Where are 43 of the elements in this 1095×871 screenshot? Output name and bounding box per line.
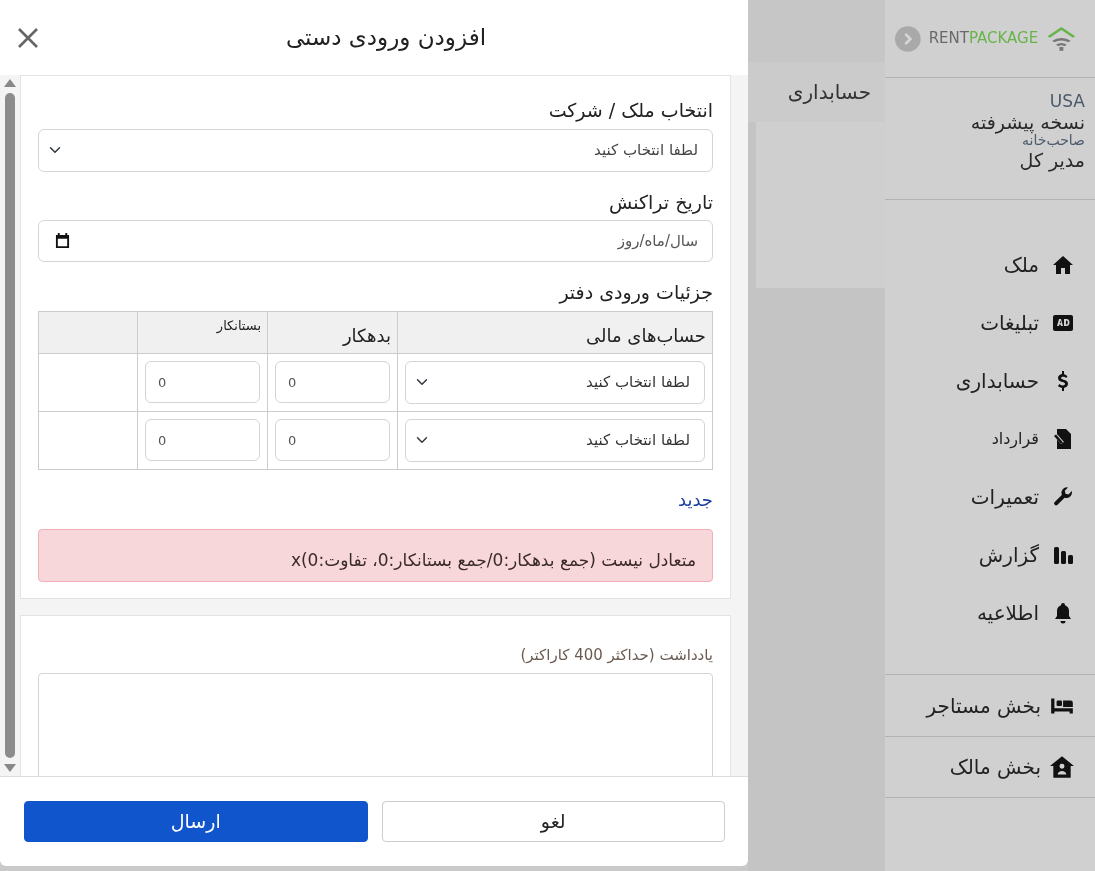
cancel-button[interactable]: لغو	[381, 801, 725, 842]
scroll-up-icon[interactable]	[4, 79, 16, 87]
field-label: انتخاب ملک / شرکت	[547, 98, 713, 124]
modal-title: افزودن ورودی دستی	[284, 23, 488, 53]
account-select[interactable]: لطفا انتخاب کنید	[405, 360, 705, 404]
credit-field[interactable]: 0	[145, 361, 260, 403]
menu-item[interactable]: قرارداد	[885, 410, 1095, 468]
debit-field[interactable]: 0	[275, 361, 390, 403]
scroll-down-icon[interactable]	[4, 764, 16, 772]
menu-item[interactable]: ملک	[885, 236, 1095, 294]
scrollbar-thumb[interactable]	[5, 93, 15, 758]
account-type-label: صاحب‌خانه	[1022, 133, 1085, 149]
account-select[interactable]: لطفا انتخاب کنید	[405, 418, 705, 462]
calendar-icon[interactable]	[55, 233, 70, 248]
menu-item[interactable]: گزارش	[885, 526, 1095, 584]
credit-field[interactable]: 0	[145, 419, 260, 461]
debit-field[interactable]: 0	[275, 419, 390, 461]
house-person-icon	[1049, 754, 1075, 780]
column-header: بستانکار	[137, 311, 268, 353]
section-heading: جزئیات ورودی دفتر	[557, 280, 713, 306]
note-label: یادداشت (حداکثر 400 کاراکتر)	[519, 645, 713, 666]
submit-button[interactable]: ارسال	[24, 801, 368, 842]
page-title: حسابداری	[787, 79, 871, 106]
menu-item[interactable]: تبلیغات	[885, 294, 1095, 352]
menu-item[interactable]: اطلاعیه	[885, 584, 1095, 642]
section-link[interactable]: بخش مالک	[885, 736, 1095, 798]
country-label: USA	[1048, 92, 1085, 111]
logo-text: RENTPACKAGE	[928, 28, 1039, 50]
field-label: تاریخ تراکنش	[608, 189, 713, 216]
house-icon	[1051, 253, 1075, 277]
menu-item[interactable]: حسابداری	[885, 352, 1095, 410]
new-row-link[interactable]: جدید	[677, 488, 713, 510]
column-header: بدهکار	[267, 311, 398, 353]
close-button[interactable]	[16, 25, 40, 50]
plan-label: نسخه پیشرفته	[969, 110, 1085, 134]
role-label: مدیر کل	[1018, 148, 1085, 172]
collapse-chevron-icon[interactable]	[895, 23, 921, 54]
note-field[interactable]	[38, 672, 713, 776]
menu-item[interactable]: تعمیرات	[885, 468, 1095, 526]
balance-alert: متعادل نیست (جمع بدهکار:0/جمع بستانکار:0، تفاوت:0)x	[38, 528, 713, 582]
property-select[interactable]: لطفا انتخاب کنید	[38, 128, 713, 172]
column-header: حساب‌های مالی	[397, 311, 713, 353]
date-field[interactable]: سال/ماه/روز	[38, 220, 713, 262]
